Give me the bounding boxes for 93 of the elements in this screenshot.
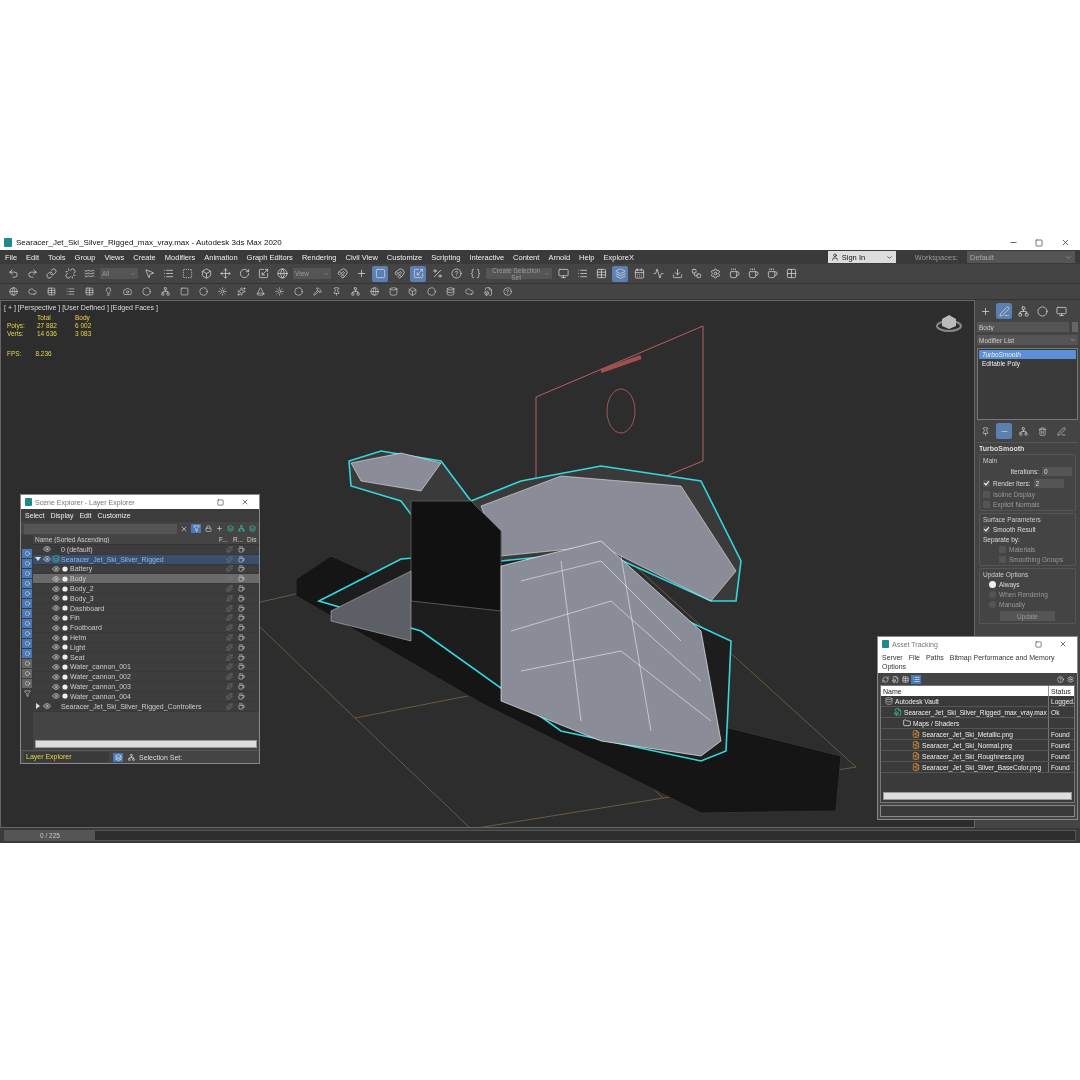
caret-icon [885, 253, 893, 261]
eye-icon[interactable] [52, 672, 60, 681]
plus-icon[interactable] [215, 524, 223, 533]
horizontal-scrollbar[interactable] [35, 740, 257, 748]
filter-toggle-icon[interactable] [22, 549, 32, 558]
eye-icon[interactable] [43, 702, 51, 711]
help-icon[interactable] [1056, 675, 1064, 683]
filter-toggle-icon[interactable] [22, 639, 32, 648]
eye-icon[interactable] [52, 692, 60, 701]
collapsed-arrow-icon[interactable] [34, 702, 42, 711]
eye-icon[interactable] [52, 623, 60, 632]
move-icon[interactable] [217, 265, 233, 282]
caret-icon [1070, 337, 1076, 343]
app-logo-icon [881, 640, 889, 648]
user-icon [830, 253, 839, 261]
eye-icon[interactable] [52, 643, 60, 652]
object-color-swatch[interactable] [1072, 322, 1078, 332]
update-radio[interactable] [989, 581, 996, 588]
caret-icon [130, 270, 136, 277]
close-icon[interactable] [180, 524, 188, 533]
curve-icon[interactable] [650, 265, 666, 282]
unlink-icon[interactable] [62, 265, 78, 282]
eye-icon[interactable] [52, 613, 60, 622]
image-file-icon [912, 730, 920, 738]
lock-icon[interactable] [204, 524, 212, 533]
filter-toggle-icon[interactable] [22, 649, 32, 658]
list-icon[interactable] [911, 674, 921, 684]
funnel-icon[interactable] [23, 689, 31, 697]
filter-toggle-icon[interactable] [22, 679, 32, 688]
caret-icon [1065, 253, 1072, 261]
database-icon [885, 697, 893, 705]
image-file-icon [912, 763, 920, 771]
magnet-icon[interactable] [334, 265, 350, 282]
close-icon[interactable] [1060, 238, 1070, 247]
image-file-icon [912, 752, 920, 760]
modify-tab-icon[interactable] [996, 303, 1012, 319]
filter-toggle-icon[interactable] [22, 669, 32, 678]
caret-icon [323, 270, 329, 277]
question-icon[interactable] [448, 265, 464, 282]
caret-icon [544, 270, 550, 277]
filter-toggle-icon[interactable] [22, 599, 32, 608]
eye-icon[interactable] [52, 653, 60, 662]
render-iters-checkbox[interactable] [983, 480, 990, 487]
layers-icon[interactable] [248, 524, 256, 533]
layers-icon[interactable] [113, 752, 123, 762]
filter-toggle-icon[interactable] [22, 579, 32, 588]
eye-icon[interactable] [43, 555, 51, 564]
app-logo-icon [4, 238, 12, 247]
maximize-icon[interactable] [1035, 238, 1043, 247]
filter-toggle-icon[interactable] [22, 559, 32, 568]
hierarchy-tab-icon[interactable] [1015, 303, 1031, 319]
eye-icon[interactable] [52, 565, 60, 573]
eye-icon[interactable] [52, 682, 60, 691]
hierarchy-icon[interactable] [237, 524, 245, 533]
link-icon[interactable] [43, 265, 59, 282]
search-field[interactable] [24, 523, 177, 534]
layers-icon[interactable] [612, 265, 628, 282]
eye-icon[interactable] [52, 604, 60, 613]
hierarchy-icon[interactable] [127, 753, 135, 761]
close-icon[interactable] [241, 498, 249, 506]
filter-toggle-icon[interactable] [22, 619, 32, 628]
eye-icon[interactable] [52, 662, 60, 671]
folder-icon [903, 719, 911, 727]
filter-icon[interactable] [191, 524, 201, 533]
smooth-result-checkbox[interactable] [983, 526, 990, 533]
settings-icon[interactable] [1066, 675, 1074, 683]
close-icon[interactable] [1059, 640, 1067, 648]
app-logo-icon [24, 498, 32, 506]
eye-icon[interactable] [52, 574, 60, 583]
table-icon[interactable] [901, 675, 909, 683]
filter-toggle-icon[interactable] [22, 589, 32, 598]
eye-icon[interactable] [43, 545, 51, 554]
maximize-icon[interactable] [216, 498, 224, 506]
eye-icon[interactable] [52, 633, 60, 642]
snap-icon[interactable] [391, 265, 407, 282]
filter-toggle-icon[interactable] [22, 569, 32, 578]
refresh-icon[interactable] [881, 675, 889, 683]
image-file-icon [912, 741, 920, 749]
maximize-icon[interactable] [1034, 640, 1042, 648]
square-icon[interactable] [372, 265, 388, 282]
eye-icon[interactable] [52, 594, 60, 603]
file-icon [894, 708, 902, 716]
globe-icon[interactable] [274, 265, 290, 282]
layer-stack-icon [52, 702, 60, 711]
layers-icon[interactable] [226, 524, 234, 533]
filter-toggle-icon[interactable] [22, 659, 32, 668]
motion-tab-icon[interactable] [1034, 303, 1050, 319]
eye-icon[interactable] [52, 584, 60, 593]
window-title: Searacer_Jet_Ski_Silver_Rigged_max_vray.max - Autodesk 3ds Max 2020 [16, 238, 283, 247]
filter-toggle-icon[interactable] [22, 609, 32, 618]
filter-toggle-icon[interactable] [22, 629, 32, 638]
file-icon[interactable] [891, 675, 899, 683]
horizontal-scrollbar[interactable] [883, 792, 1072, 800]
